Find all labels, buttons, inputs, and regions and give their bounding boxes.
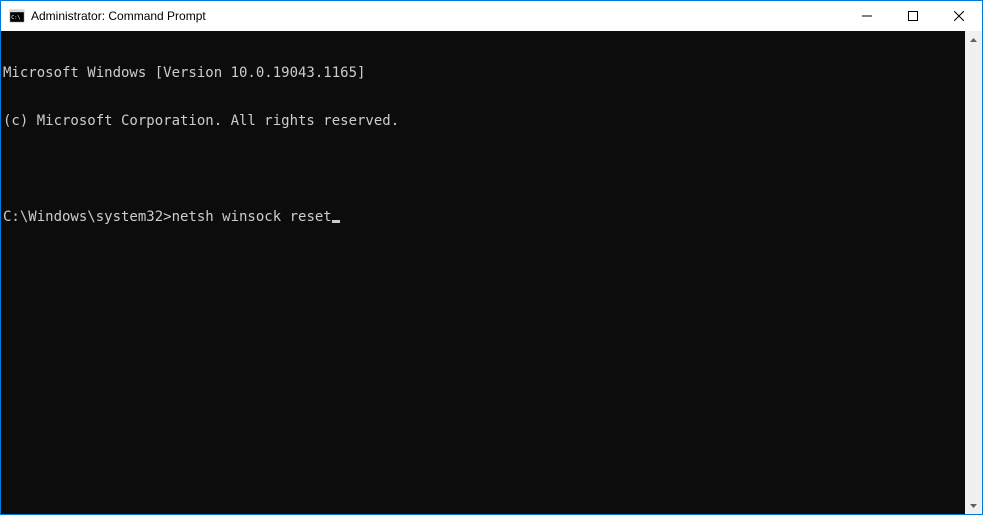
terminal-line: (c) Microsoft Corporation. All rights re… — [3, 113, 965, 129]
terminal-command: netsh winsock reset — [172, 209, 332, 225]
terminal-output[interactable]: Microsoft Windows [Version 10.0.19043.11… — [1, 31, 965, 514]
window-controls — [844, 1, 982, 31]
client-area: Microsoft Windows [Version 10.0.19043.11… — [1, 31, 982, 514]
svg-text:C:\: C:\ — [11, 15, 20, 21]
close-button[interactable] — [936, 1, 982, 31]
cmd-icon: C:\ — [9, 8, 25, 24]
text-cursor — [332, 220, 340, 223]
scrollbar-up-button[interactable] — [965, 31, 982, 48]
vertical-scrollbar[interactable] — [965, 31, 982, 514]
maximize-button[interactable] — [890, 1, 936, 31]
window-title: Administrator: Command Prompt — [31, 9, 844, 23]
titlebar[interactable]: C:\ Administrator: Command Prompt — [1, 1, 982, 31]
scrollbar-down-button[interactable] — [965, 497, 982, 514]
terminal-line: Microsoft Windows [Version 10.0.19043.11… — [3, 65, 965, 81]
window-frame: C:\ Administrator: Command Prompt Micros… — [0, 0, 983, 515]
minimize-button[interactable] — [844, 1, 890, 31]
scrollbar-track[interactable] — [965, 48, 982, 497]
terminal-line — [3, 161, 965, 177]
terminal-prompt-line: C:\Windows\system32>netsh winsock reset — [3, 209, 965, 225]
terminal-prompt: C:\Windows\system32> — [3, 209, 172, 225]
